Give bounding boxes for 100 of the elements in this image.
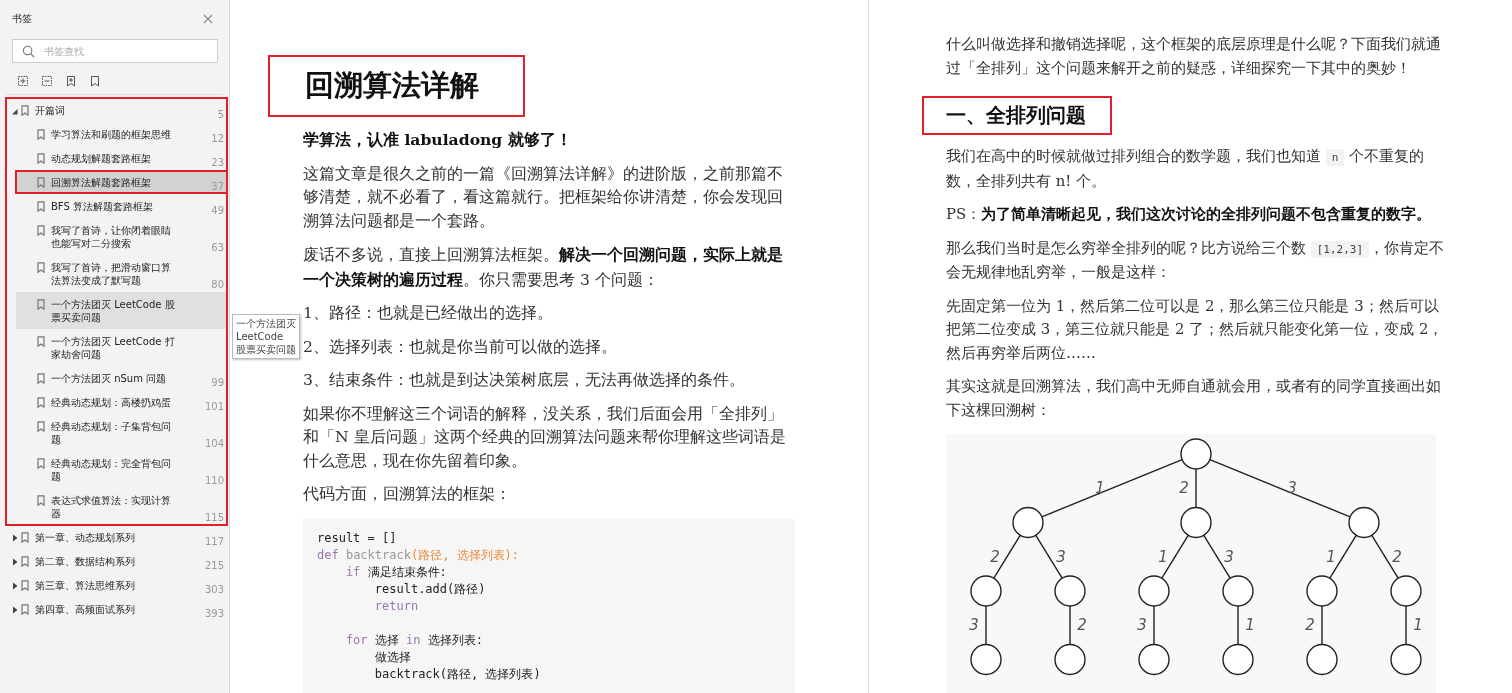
code-line: return — [373, 597, 420, 615]
bookmark-item[interactable]: 我写了首诗，让你闭着眼睛也能写对二分搜索 63 — [16, 218, 228, 255]
code-line: result = [] — [317, 529, 398, 547]
bookmark-item[interactable]: 动态规划解题套路框架 23 — [16, 146, 228, 170]
add-bookmark-icon[interactable] — [65, 75, 77, 87]
bookmark-label: 一个方法团灭 LeetCode 股票买卖问题 — [51, 298, 175, 324]
tree-edge — [1329, 534, 1357, 579]
paragraph: 我们在高中的时候就做过排列组合的数学题，我们也知道 n 个不重复的数，全排列共有 n! 个。 — [946, 146, 1426, 192]
collapsed-triangle-icon[interactable] — [12, 534, 18, 542]
bookmark-label: 开篇词 — [35, 104, 66, 117]
expand-all-icon[interactable] — [17, 75, 29, 87]
bookmark-label: 经典动态规划：子集背包问题 — [51, 420, 172, 446]
paragraph: 3、结束条件：也就是到达决策树底层，无法再做选择的条件。 — [303, 370, 746, 391]
tree-edge — [1203, 534, 1231, 579]
bookmark-item[interactable]: 一个方法团灭 nSum 问题 99 — [16, 366, 228, 390]
edge-label: 3 — [1287, 479, 1297, 498]
tree-node — [1306, 575, 1338, 607]
bookmark-item[interactable]: BFS 算法解题套路框架 49 — [16, 194, 228, 218]
tree-node — [1390, 575, 1422, 607]
expanded-triangle-icon[interactable] — [12, 107, 18, 115]
code-line: if 满足结束条件: — [344, 563, 448, 581]
bookmark-icon — [37, 225, 45, 236]
bookmark-icon — [37, 262, 45, 273]
bookmark-icon[interactable] — [89, 75, 101, 87]
bookmark-label: 表达式求值算法：实现计算器 — [51, 494, 172, 520]
bookmark-label: 经典动态规划：完全背包问题 — [51, 457, 172, 483]
bookmark-item[interactable]: 第三章、算法思维系列 303 — [5, 573, 228, 597]
edge-label: 1 — [1326, 547, 1336, 566]
bookmark-icon — [37, 495, 45, 506]
page-number: 37 — [211, 181, 224, 192]
bookmark-label: 第一章、动态规划系列 — [35, 531, 136, 544]
bookmark-icon — [37, 177, 45, 188]
bookmark-icon — [37, 153, 45, 164]
bookmark-item[interactable]: 我写了首诗，把滑动窗口算法算法变成了默写题 80 — [16, 255, 228, 292]
tree-node — [1222, 643, 1254, 676]
paragraph: 先固定第一位为 1，然后第二位可以是 2，那么第三位只能是 3；然后可以把第二位变成 3，第三位就只能是 2 了；然后就只能变化第一位，变成 2，然后再穷举后两位…… — [946, 295, 1445, 364]
code-line: 做选择 — [373, 648, 412, 666]
edge-label: 2 — [1077, 616, 1087, 635]
collapsed-triangle-icon[interactable] — [12, 558, 18, 566]
edge-label: 3 — [1224, 547, 1234, 566]
bookmark-icon — [37, 129, 45, 140]
tooltip: 一个方法团灭 LeetCode 股票买卖问题 — [232, 314, 300, 359]
bookmark-item[interactable]: 回溯算法解题套路框架 37 — [16, 170, 228, 194]
bookmark-label: 回溯算法解题套路框架 — [51, 176, 152, 189]
bookmark-icon — [21, 532, 29, 543]
page-number: 215 — [204, 560, 224, 571]
edge-label: 1 — [1158, 547, 1168, 566]
bookmark-label: 学习算法和刷题的框架思维 — [51, 128, 172, 141]
tree-edge — [985, 605, 987, 646]
collapsed-triangle-icon[interactable] — [12, 582, 18, 590]
bookmark-label: BFS 算法解题套路框架 — [51, 200, 154, 213]
paragraph: 这篇文章是很久之前的一篇《回溯算法详解》的进阶版，之前那篇不够清楚，就不必看了，看这篇就行。把框架给你讲清楚，你会发现回溯算法问题都是一个套路。 — [303, 163, 784, 232]
bookmark-item[interactable]: 经典动态规划：完全背包问题 110 — [16, 451, 228, 488]
edge-label: 3 — [1056, 547, 1066, 566]
bookmark-icon — [21, 604, 29, 615]
page-number: 99 — [211, 377, 224, 388]
bookmark-item[interactable]: 开篇词 5 — [5, 98, 228, 122]
paragraph: 那么我们当时是怎么穷举全排列的呢？比方说给三个数 [1,2,3] ，你肯定不会无规律地乱穷举，一般是这样： — [946, 237, 1446, 283]
bookmark-item[interactable]: 第一章、动态规划系列 117 — [5, 525, 228, 549]
paragraph: 什么叫做选择和撤销选择呢，这个框架的底层原理是什么呢？下面我们就通过「全排列」这个问题来解开之前的疑惑，详细探究一下其中的奥妙！ — [946, 34, 1442, 79]
tree-node — [970, 643, 1002, 676]
tree-node — [1054, 575, 1086, 607]
tree-edge — [1195, 468, 1197, 509]
page-number: 303 — [204, 584, 224, 595]
page-number: 80 — [211, 279, 224, 290]
bookmark-icon — [21, 105, 29, 116]
page-number: 115 — [204, 512, 224, 523]
tree-node — [970, 575, 1002, 607]
bookmark-item[interactable]: 表达式求值算法：实现计算器 115 — [16, 488, 228, 525]
tree-node — [1012, 506, 1044, 539]
tree-edge — [1069, 605, 1071, 646]
bookmark-item[interactable]: 第二章、数据结构系列 215 — [5, 549, 228, 573]
search-field[interactable]: 书签查找 — [12, 39, 218, 63]
collapse-all-icon[interactable] — [41, 75, 53, 87]
bookmark-label: 动态规划解题套路框架 — [51, 152, 152, 165]
bookmark-item[interactable]: 经典动态规划：子集背包问题 104 — [16, 414, 228, 451]
edge-label: 1 — [1245, 616, 1255, 635]
bookmark-label: 一个方法团灭 LeetCode 打家劫舍问题 — [51, 335, 175, 361]
bookmark-label: 第三章、算法思维系列 — [35, 579, 136, 592]
paragraph: 1、路径：也就是已经做出的选择。 — [303, 303, 554, 324]
tree-node — [1138, 643, 1170, 676]
paragraph: 如果你不理解这三个词语的解释，没关系，我们后面会用「全排列」和「N 皇后问题」这两个经典的回溯算法问题来帮你理解这些词语是什么意思，现在你先留着印象。 — [303, 403, 787, 472]
bookmark-item[interactable]: 第四章、高频面试系列 393 — [5, 597, 228, 621]
edge-label: 3 — [1137, 616, 1147, 635]
tree-edge — [1405, 605, 1407, 646]
page-number: 117 — [204, 536, 224, 547]
page-number: 110 — [204, 475, 224, 486]
page-number: 101 — [204, 401, 224, 412]
tree-node — [1054, 643, 1086, 676]
close-icon[interactable] — [203, 14, 213, 24]
tree-edge — [1161, 534, 1189, 579]
tree-node — [1138, 575, 1170, 607]
bookmark-label: 我写了首诗，让你闭着眼睛也能写对二分搜索 — [51, 224, 172, 250]
collapsed-triangle-icon[interactable] — [12, 606, 18, 614]
tree-node — [1180, 506, 1212, 539]
paragraph: 废话不多说，直接上回溯算法框架。解决一个回溯问题，实际上就是一个决策树的遍历过程。你只需要思考 3 个问题： — [303, 244, 784, 291]
bookmark-item[interactable]: 学习算法和刷题的框架思维 12 — [16, 122, 228, 146]
bookmark-icon — [37, 397, 45, 408]
bookmark-item[interactable]: 经典动态规划：高楼扔鸡蛋 101 — [16, 390, 228, 414]
bookmark-label: 经典动态规划：高楼扔鸡蛋 — [51, 396, 172, 409]
